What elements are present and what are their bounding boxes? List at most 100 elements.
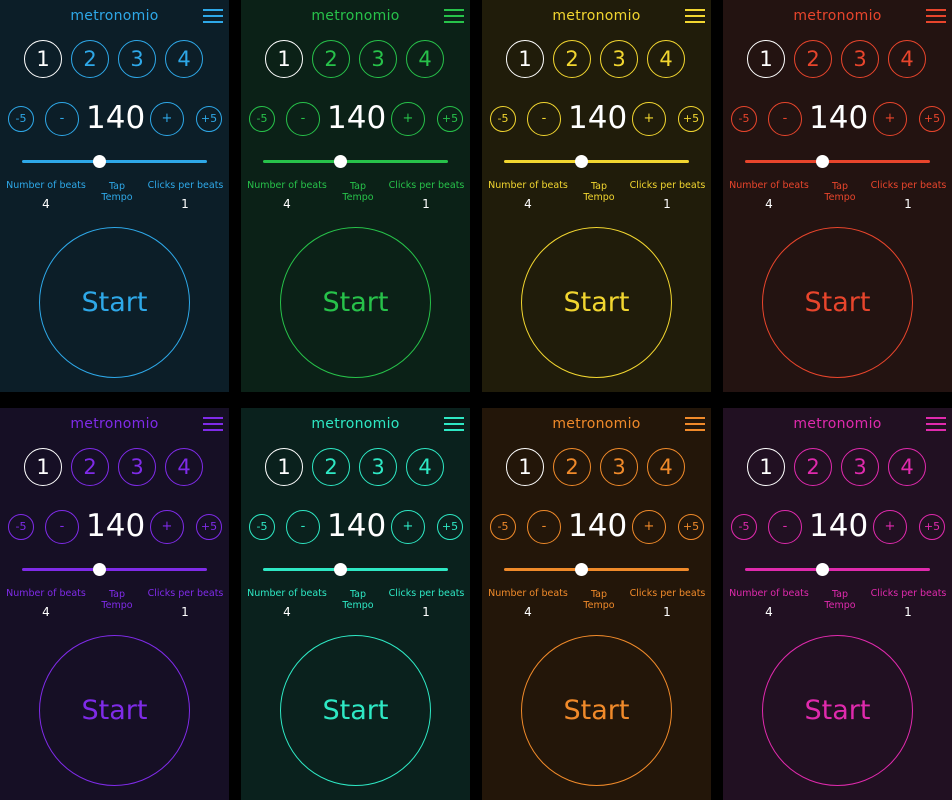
hamburger-menu-icon[interactable] — [926, 416, 946, 432]
minus-five-button[interactable]: -5 — [8, 106, 34, 132]
tap-tempo-button[interactable]: Tap Tempo — [333, 589, 383, 611]
minus-one-button[interactable]: - — [527, 102, 561, 136]
beat-button-2[interactable]: 2 — [312, 40, 350, 78]
beat-button-4[interactable]: 4 — [406, 448, 444, 486]
minus-five-button[interactable]: -5 — [249, 106, 275, 132]
beat-button-3[interactable]: 3 — [600, 40, 638, 78]
plus-five-button[interactable]: +5 — [919, 106, 945, 132]
minus-five-button[interactable]: -5 — [8, 514, 34, 540]
beat-button-4[interactable]: 4 — [888, 40, 926, 78]
minus-one-button[interactable]: - — [286, 102, 320, 136]
beat-button-4[interactable]: 4 — [165, 448, 203, 486]
beat-button-3[interactable]: 3 — [359, 40, 397, 78]
beat-button-4[interactable]: 4 — [406, 40, 444, 78]
hamburger-menu-icon[interactable] — [685, 416, 705, 432]
minus-one-button[interactable]: - — [45, 510, 79, 544]
plus-five-button[interactable]: +5 — [678, 106, 704, 132]
beat-button-4[interactable]: 4 — [888, 448, 926, 486]
plus-one-button[interactable]: + — [150, 510, 184, 544]
beat-button-1[interactable]: 1 — [24, 40, 62, 78]
hamburger-menu-icon[interactable] — [203, 416, 223, 432]
tempo-slider-track[interactable] — [504, 160, 689, 163]
tempo-slider-thumb[interactable] — [334, 563, 348, 576]
tap-tempo-button[interactable]: Tap Tempo — [574, 589, 624, 611]
tempo-slider-thumb[interactable] — [575, 155, 589, 168]
plus-one-button[interactable]: + — [632, 510, 666, 544]
tempo-slider-track[interactable] — [745, 568, 930, 571]
tempo-slider-track[interactable] — [504, 568, 689, 571]
start-button[interactable]: Start — [762, 227, 913, 378]
tempo-slider-track[interactable] — [745, 160, 930, 163]
tempo-slider-thumb[interactable] — [575, 563, 589, 576]
tap-tempo-button[interactable]: Tap Tempo — [815, 181, 865, 203]
start-button[interactable]: Start — [39, 635, 190, 786]
tempo-slider-track[interactable] — [263, 568, 448, 571]
hamburger-menu-icon[interactable] — [203, 8, 223, 24]
tempo-slider-track[interactable] — [263, 160, 448, 163]
minus-five-button[interactable]: -5 — [490, 106, 516, 132]
plus-one-button[interactable]: + — [873, 510, 907, 544]
beat-button-1[interactable]: 1 — [24, 448, 62, 486]
plus-five-button[interactable]: +5 — [437, 106, 463, 132]
minus-one-button[interactable]: - — [768, 510, 802, 544]
minus-five-button[interactable]: -5 — [490, 514, 516, 540]
beat-button-2[interactable]: 2 — [794, 448, 832, 486]
minus-one-button[interactable]: - — [286, 510, 320, 544]
plus-one-button[interactable]: + — [391, 510, 425, 544]
beat-button-2[interactable]: 2 — [312, 448, 350, 486]
beat-button-3[interactable]: 3 — [841, 40, 879, 78]
beat-button-1[interactable]: 1 — [747, 40, 785, 78]
minus-one-button[interactable]: - — [768, 102, 802, 136]
start-button[interactable]: Start — [521, 227, 672, 378]
minus-one-button[interactable]: - — [45, 102, 79, 136]
beat-button-4[interactable]: 4 — [647, 448, 685, 486]
tap-tempo-button[interactable]: Tap Tempo — [815, 589, 865, 611]
beat-button-2[interactable]: 2 — [553, 40, 591, 78]
plus-five-button[interactable]: +5 — [437, 514, 463, 540]
hamburger-menu-icon[interactable] — [444, 8, 464, 24]
beat-button-1[interactable]: 1 — [265, 448, 303, 486]
tempo-slider-thumb[interactable] — [816, 563, 830, 576]
plus-five-button[interactable]: +5 — [196, 514, 222, 540]
plus-five-button[interactable]: +5 — [678, 514, 704, 540]
start-button[interactable]: Start — [280, 635, 431, 786]
hamburger-menu-icon[interactable] — [685, 8, 705, 24]
beat-button-2[interactable]: 2 — [553, 448, 591, 486]
plus-one-button[interactable]: + — [391, 102, 425, 136]
beat-button-3[interactable]: 3 — [359, 448, 397, 486]
minus-five-button[interactable]: -5 — [731, 106, 757, 132]
beat-button-1[interactable]: 1 — [506, 448, 544, 486]
plus-one-button[interactable]: + — [632, 102, 666, 136]
beat-button-3[interactable]: 3 — [841, 448, 879, 486]
start-button[interactable]: Start — [39, 227, 190, 378]
plus-one-button[interactable]: + — [150, 102, 184, 136]
tempo-slider-thumb[interactable] — [816, 155, 830, 168]
tempo-slider-thumb[interactable] — [93, 155, 107, 168]
minus-five-button[interactable]: -5 — [249, 514, 275, 540]
tempo-slider-track[interactable] — [22, 160, 207, 163]
beat-button-2[interactable]: 2 — [71, 40, 109, 78]
tempo-slider-track[interactable] — [22, 568, 207, 571]
beat-button-3[interactable]: 3 — [118, 40, 156, 78]
minus-five-button[interactable]: -5 — [731, 514, 757, 540]
start-button[interactable]: Start — [521, 635, 672, 786]
tap-tempo-button[interactable]: Tap Tempo — [333, 181, 383, 203]
beat-button-2[interactable]: 2 — [71, 448, 109, 486]
beat-button-3[interactable]: 3 — [600, 448, 638, 486]
beat-button-1[interactable]: 1 — [265, 40, 303, 78]
plus-one-button[interactable]: + — [873, 102, 907, 136]
tap-tempo-button[interactable]: Tap Tempo — [574, 181, 624, 203]
start-button[interactable]: Start — [762, 635, 913, 786]
plus-five-button[interactable]: +5 — [919, 514, 945, 540]
tempo-slider-thumb[interactable] — [334, 155, 348, 168]
start-button[interactable]: Start — [280, 227, 431, 378]
hamburger-menu-icon[interactable] — [926, 8, 946, 24]
tap-tempo-button[interactable]: Tap Tempo — [92, 589, 142, 611]
beat-button-4[interactable]: 4 — [647, 40, 685, 78]
hamburger-menu-icon[interactable] — [444, 416, 464, 432]
beat-button-4[interactable]: 4 — [165, 40, 203, 78]
beat-button-3[interactable]: 3 — [118, 448, 156, 486]
beat-button-1[interactable]: 1 — [747, 448, 785, 486]
tempo-slider-thumb[interactable] — [93, 563, 107, 576]
tap-tempo-button[interactable]: Tap Tempo — [92, 181, 142, 203]
